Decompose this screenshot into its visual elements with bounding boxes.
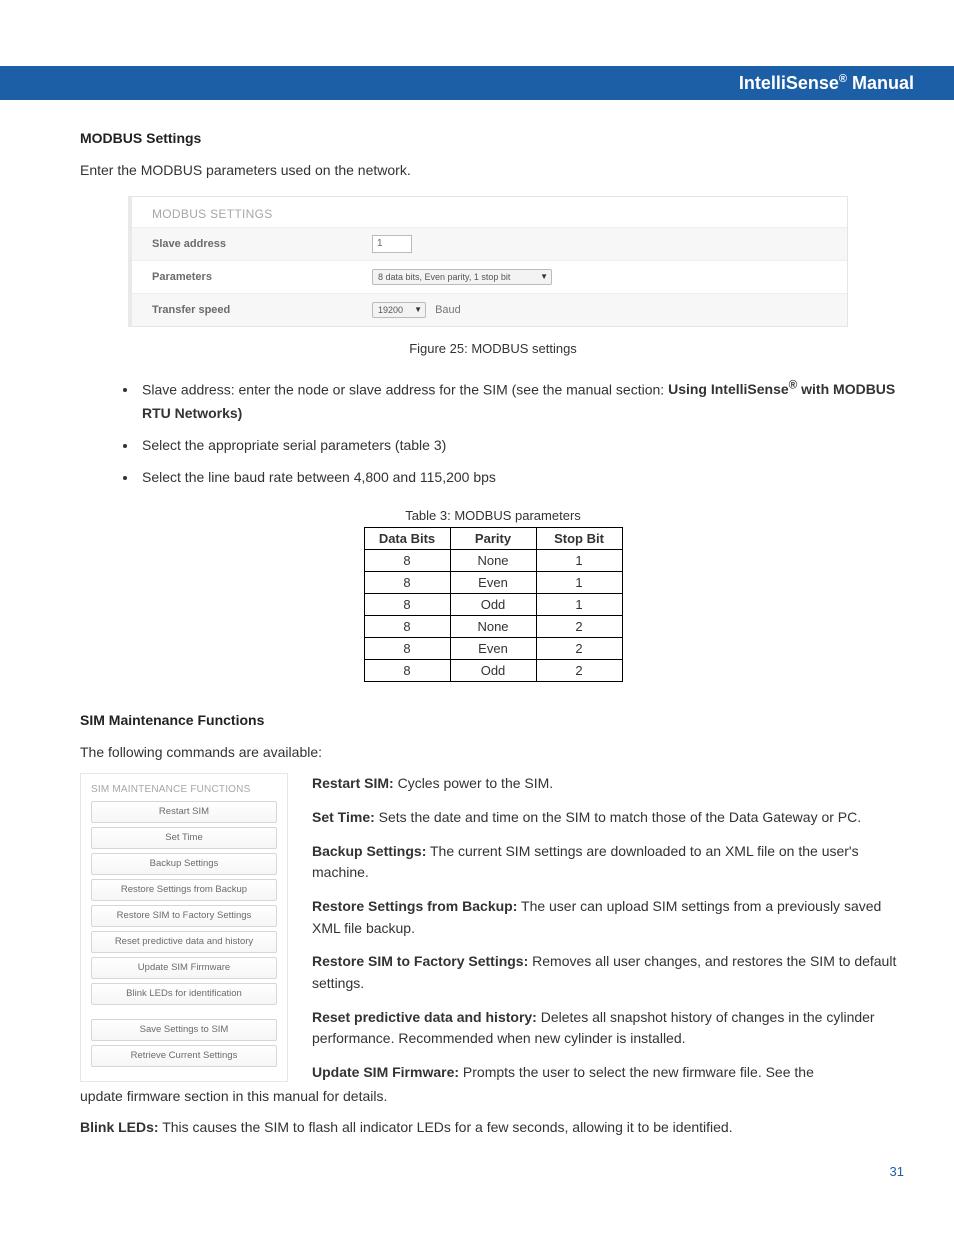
slave-address-input[interactable]: 1 bbox=[372, 235, 412, 253]
table-row: 8None2 bbox=[364, 615, 622, 637]
blink-leds-button[interactable]: Blink LEDs for identification bbox=[91, 983, 277, 1005]
maintenance-panel: SIM MAINTENANCE FUNCTIONS Restart SIM Se… bbox=[80, 773, 288, 1082]
table-header-row: Data Bits Parity Stop Bit bbox=[364, 527, 622, 549]
modbus-params-table: Data Bits Parity Stop Bit 8None1 8Even1 … bbox=[364, 527, 623, 682]
td: 2 bbox=[536, 659, 622, 681]
desc-label: Reset predictive data and history: bbox=[312, 1009, 537, 1025]
desc-update-firmware-partial: Update SIM Firmware: Prompts the user to… bbox=[312, 1062, 906, 1084]
desc-settime: Set Time: Sets the date and time on the … bbox=[312, 807, 906, 829]
section-heading-modbus: MODBUS Settings bbox=[80, 130, 906, 146]
td: Odd bbox=[450, 593, 536, 615]
row-transfer-speed: Transfer speed 19200 ▼ Baud bbox=[132, 293, 847, 326]
th-data-bits: Data Bits bbox=[364, 527, 450, 549]
modbus-settings-panel: MODBUS SETTINGS Slave address 1 Paramete… bbox=[128, 196, 848, 327]
save-settings-button[interactable]: Save Settings to SIM bbox=[91, 1019, 277, 1041]
label-transfer-speed: Transfer speed bbox=[132, 304, 372, 316]
desc-label: Restore SIM to Factory Settings: bbox=[312, 953, 528, 969]
bullet-slave-address: Slave address: enter the node or slave a… bbox=[138, 376, 906, 426]
desc-label: Backup Settings: bbox=[312, 843, 426, 859]
backup-settings-button[interactable]: Backup Settings bbox=[91, 853, 277, 875]
registered-mark: ® bbox=[839, 73, 847, 85]
section-intro-modbus: Enter the MODBUS parameters used on the … bbox=[80, 160, 906, 182]
page-number: 31 bbox=[890, 1164, 904, 1179]
parameters-select-value: 8 data bits, Even parity, 1 stop bit bbox=[378, 272, 510, 282]
maintenance-descriptions: Restart SIM: Cycles power to the SIM. Se… bbox=[312, 773, 906, 1096]
td: 8 bbox=[364, 571, 450, 593]
td: Odd bbox=[450, 659, 536, 681]
table-caption-3: Table 3: MODBUS parameters bbox=[80, 508, 906, 523]
desc-backup: Backup Settings: The current SIM setting… bbox=[312, 841, 906, 884]
header-title-prefix: IntelliSense bbox=[739, 73, 839, 93]
restart-sim-button[interactable]: Restart SIM bbox=[91, 801, 277, 823]
td: 8 bbox=[364, 593, 450, 615]
header-title-suffix: Manual bbox=[847, 73, 914, 93]
desc-blink-leds: Blink LEDs: This causes the SIM to flash… bbox=[80, 1117, 906, 1139]
set-time-button[interactable]: Set Time bbox=[91, 827, 277, 849]
td: None bbox=[450, 615, 536, 637]
bullet-baud-rate: Select the line baud rate between 4,800 … bbox=[138, 466, 906, 490]
update-firmware-button[interactable]: Update SIM Firmware bbox=[91, 957, 277, 979]
chevron-down-icon: ▼ bbox=[540, 272, 548, 281]
desc-text: Cycles power to the SIM. bbox=[394, 775, 554, 791]
row-parameters: Parameters 8 data bits, Even parity, 1 s… bbox=[132, 260, 847, 293]
figure-caption-25: Figure 25: MODBUS settings bbox=[80, 341, 906, 356]
transfer-speed-unit: Baud bbox=[435, 304, 461, 316]
bullet-list: Slave address: enter the node or slave a… bbox=[138, 376, 906, 490]
td: Even bbox=[450, 571, 536, 593]
desc-label: Restart SIM: bbox=[312, 775, 394, 791]
table-row: 8Odd2 bbox=[364, 659, 622, 681]
row-slave-address: Slave address 1 bbox=[132, 227, 847, 260]
bullet-text: Slave address: enter the node or slave a… bbox=[142, 381, 668, 397]
td: Even bbox=[450, 637, 536, 659]
td: 1 bbox=[536, 549, 622, 571]
table-row: 8Even2 bbox=[364, 637, 622, 659]
td: 8 bbox=[364, 549, 450, 571]
table-row: 8None1 bbox=[364, 549, 622, 571]
panel-title: SIM MAINTENANCE FUNCTIONS bbox=[91, 782, 277, 801]
chevron-down-icon: ▼ bbox=[414, 305, 422, 314]
desc-restore-factory: Restore SIM to Factory Settings: Removes… bbox=[312, 951, 906, 994]
td: 8 bbox=[364, 615, 450, 637]
bullet-serial-params: Select the appropriate serial parameters… bbox=[138, 434, 906, 458]
desc-restart: Restart SIM: Cycles power to the SIM. bbox=[312, 773, 906, 795]
section-intro-maintenance: The following commands are available: bbox=[80, 742, 906, 764]
td: 1 bbox=[536, 571, 622, 593]
header-title: IntelliSense® Manual bbox=[739, 73, 914, 94]
desc-text: Sets the date and time on the SIM to mat… bbox=[375, 809, 861, 825]
section-heading-maintenance: SIM Maintenance Functions bbox=[80, 712, 906, 728]
restore-backup-button[interactable]: Restore Settings from Backup bbox=[91, 879, 277, 901]
td: 1 bbox=[536, 593, 622, 615]
td: 2 bbox=[536, 615, 622, 637]
desc-reset-predictive: Reset predictive data and history: Delet… bbox=[312, 1007, 906, 1050]
th-stop-bit: Stop Bit bbox=[536, 527, 622, 549]
desc-text: This causes the SIM to flash all indicat… bbox=[159, 1119, 733, 1135]
table-row: 8Odd1 bbox=[364, 593, 622, 615]
td: 2 bbox=[536, 637, 622, 659]
table-row: 8Even1 bbox=[364, 571, 622, 593]
restore-factory-button[interactable]: Restore SIM to Factory Settings bbox=[91, 905, 277, 927]
th-parity: Parity bbox=[450, 527, 536, 549]
desc-label: Update SIM Firmware: bbox=[312, 1064, 459, 1080]
registered-mark: ® bbox=[789, 379, 798, 392]
transfer-speed-select[interactable]: 19200 ▼ bbox=[372, 302, 426, 318]
desc-label: Restore Settings from Backup: bbox=[312, 898, 517, 914]
transfer-speed-select-value: 19200 bbox=[378, 305, 403, 315]
desc-text: Prompts the user to select the new firmw… bbox=[459, 1064, 814, 1080]
header-band: IntelliSense® Manual bbox=[0, 66, 954, 100]
desc-label: Blink LEDs: bbox=[80, 1119, 159, 1135]
panel-title: MODBUS SETTINGS bbox=[132, 197, 847, 227]
td: None bbox=[450, 549, 536, 571]
bullet-bold: Using IntelliSense bbox=[668, 381, 789, 397]
td: 8 bbox=[364, 637, 450, 659]
td: 8 bbox=[364, 659, 450, 681]
desc-label: Set Time: bbox=[312, 809, 375, 825]
label-parameters: Parameters bbox=[132, 271, 372, 283]
parameters-select[interactable]: 8 data bits, Even parity, 1 stop bit ▼ bbox=[372, 269, 552, 285]
reset-predictive-button[interactable]: Reset predictive data and history bbox=[91, 931, 277, 953]
label-slave-address: Slave address bbox=[132, 238, 372, 250]
retrieve-settings-button[interactable]: Retrieve Current Settings bbox=[91, 1045, 277, 1067]
desc-restore-backup: Restore Settings from Backup: The user c… bbox=[312, 896, 906, 939]
